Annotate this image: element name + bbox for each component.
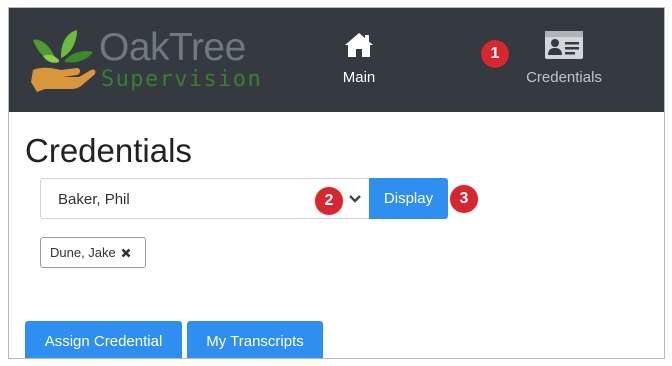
person-select-value: Baker, Phil (58, 191, 130, 208)
nav-item-main[interactable]: Main (324, 30, 394, 86)
callout-badge-1: 1 (481, 40, 509, 68)
nav-item-credentials-label: Credentials (526, 69, 602, 86)
app-window: OakTree Supervision Main Credentials 1 C… (8, 7, 665, 359)
brand-tagline: Supervision (101, 67, 263, 92)
chevron-down-icon (349, 195, 361, 203)
leaf-hand-logo-icon (31, 30, 96, 92)
callout-badge-2: 2 (315, 187, 343, 215)
nav-item-credentials[interactable]: Credentials (509, 30, 619, 86)
page-title: Credentials (25, 132, 192, 169)
home-icon (345, 33, 373, 57)
callout-badge-3: 3 (450, 185, 478, 213)
id-card-icon (545, 31, 583, 59)
remove-tag-icon[interactable] (121, 248, 131, 258)
navbar: OakTree Supervision Main Credentials 1 (9, 8, 664, 112)
tag-label: Dune, Jake (50, 245, 116, 260)
brand-name: OakTree (99, 26, 246, 69)
assign-credential-button[interactable]: Assign Credential (25, 321, 182, 358)
my-transcripts-button[interactable]: My Transcripts (187, 321, 323, 358)
display-button[interactable]: Display (369, 178, 448, 219)
nav-item-main-label: Main (342, 69, 376, 86)
selected-person-tag: Dune, Jake (40, 237, 146, 268)
brand-logo[interactable]: OakTree Supervision (31, 26, 261, 96)
